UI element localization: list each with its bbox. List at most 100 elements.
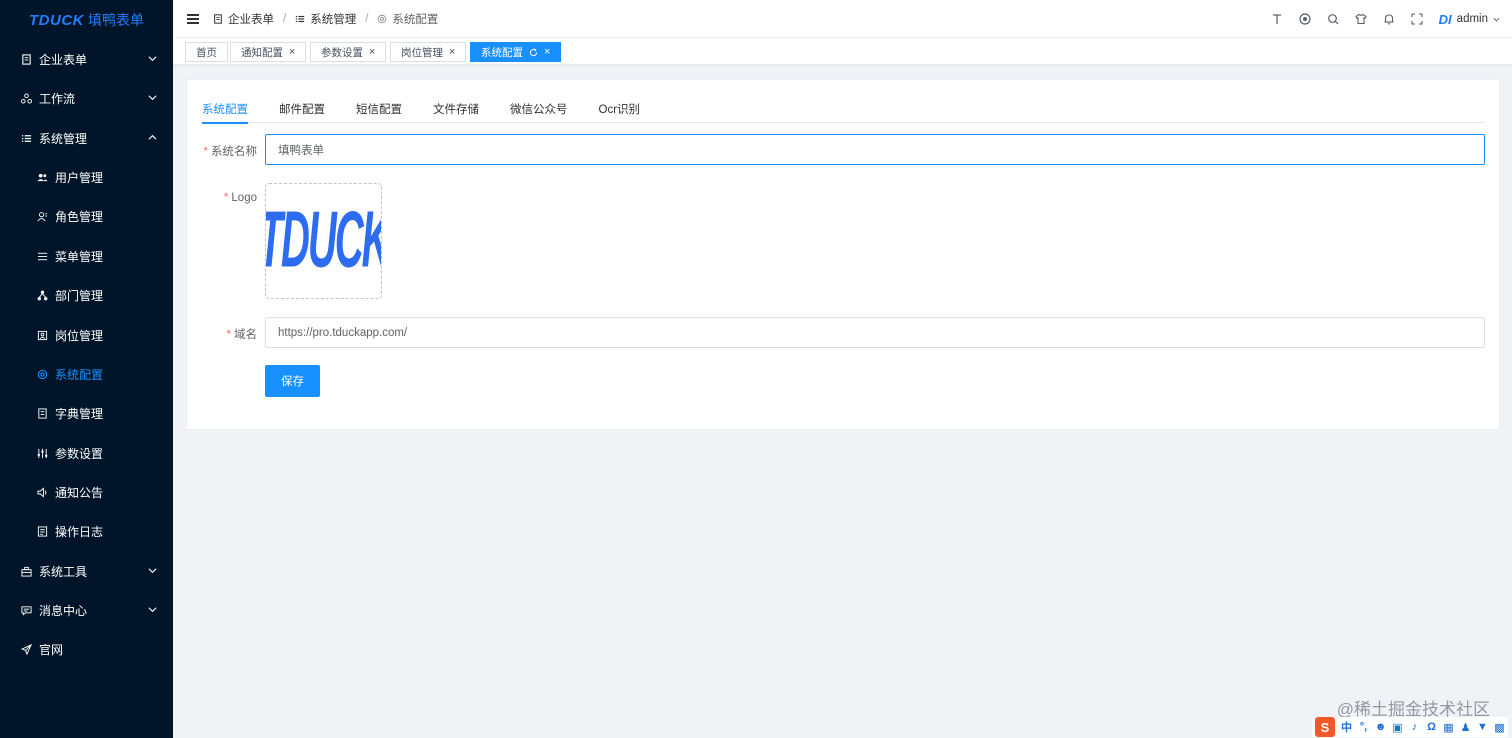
punctuation-icon[interactable]: °, — [1358, 721, 1369, 733]
symbol-icon[interactable]: Ω — [1426, 721, 1437, 733]
config-tabs: 系统配置 邮件配置 短信配置 文件存储 微信公众号 Ocr识别 — [202, 95, 1485, 124]
tab-file-storage[interactable]: 文件存储 — [433, 95, 479, 123]
required-mark: * — [203, 146, 208, 158]
list-icon — [20, 133, 32, 145]
breadcrumb-item[interactable]: 系统管理 — [295, 11, 356, 27]
breadcrumb-label: 系统管理 — [310, 13, 357, 26]
tags-view: 首页 通知配置 × 参数设置 × 岗位管理 × 系统配置 × — [173, 38, 1512, 65]
tab-mail-config[interactable]: 邮件配置 — [279, 95, 325, 123]
close-icon[interactable]: × — [369, 46, 375, 58]
sidebar-item-label: 岗位管理 — [55, 329, 104, 343]
sidebar-item-label: 菜单管理 — [55, 250, 104, 264]
dict-icon — [36, 408, 48, 420]
save-button[interactable]: 保存 — [265, 365, 320, 397]
keyboard-icon[interactable]: ▣ — [1392, 722, 1403, 734]
sidebar-item-label: 用户管理 — [55, 171, 104, 185]
chevron-down-icon — [148, 568, 157, 574]
brand-logo-text: TDUCK — [29, 11, 84, 29]
hamburger-icon[interactable] — [187, 13, 199, 24]
workflow-icon — [20, 93, 32, 105]
fullscreen-icon[interactable] — [1411, 13, 1423, 25]
bell-icon[interactable] — [1383, 13, 1395, 25]
sidebar-item-users[interactable]: 用户管理 — [0, 158, 173, 197]
sidebar-item-system-config[interactable]: 系统配置 — [0, 355, 173, 394]
grid-icon[interactable]: ▦ — [1443, 722, 1454, 734]
search-icon[interactable] — [1327, 13, 1339, 25]
sidebar-item-posts[interactable]: 岗位管理 — [0, 316, 173, 355]
sidebar-item-label: 工作流 — [39, 92, 76, 106]
breadcrumb-item-current: 系统配置 — [377, 11, 438, 27]
tag-notification-config[interactable]: 通知配置 × — [230, 42, 307, 62]
sliders-icon — [36, 448, 48, 460]
font-size-icon[interactable] — [1271, 13, 1283, 25]
tag-label: 参数设置 — [321, 46, 363, 59]
tag-home[interactable]: 首页 — [185, 42, 228, 62]
sidebar-item-message-center[interactable]: 消息中心 — [0, 591, 173, 630]
users-icon — [36, 172, 48, 184]
sidebar-item-official-site[interactable]: 官网 — [0, 630, 173, 669]
config-card: 系统配置 邮件配置 短信配置 文件存储 微信公众号 Ocr识别 * 系统名称 填鸭… — [186, 79, 1500, 430]
emoji-icon[interactable]: ☻ — [1375, 721, 1387, 733]
sidebar-item-operation-log[interactable]: 操作日志 — [0, 512, 173, 551]
user-dropdown[interactable]: DI admin — [1439, 12, 1500, 27]
send-icon — [20, 644, 32, 656]
sidebar-item-notices[interactable]: 通知公告 — [0, 473, 173, 512]
tag-label: 首页 — [196, 46, 217, 59]
sidebar-item-label: 通知公告 — [55, 486, 104, 500]
breadcrumb-separator: / — [283, 12, 287, 25]
close-icon[interactable]: × — [289, 46, 295, 58]
sidebar-item-system-tools[interactable]: 系统工具 — [0, 552, 173, 591]
tag-system-config[interactable]: 系统配置 × — [470, 42, 562, 62]
sidebar-item-menus[interactable]: 菜单管理 — [0, 237, 173, 276]
tab-ocr[interactable]: Ocr识别 — [599, 95, 641, 123]
close-icon[interactable]: × — [449, 46, 455, 58]
speaker-icon — [36, 487, 48, 499]
close-icon[interactable]: × — [544, 46, 550, 58]
list-icon — [296, 15, 305, 22]
sidebar-item-label: 部门管理 — [55, 289, 104, 303]
sidebar-item-label: 字典管理 — [55, 407, 104, 421]
breadcrumb-item[interactable]: 企业表单 — [213, 11, 274, 27]
ime-logo[interactable]: S — [1315, 717, 1335, 737]
sidebar-item-label: 消息中心 — [39, 604, 88, 618]
user-icon[interactable]: ♟ — [1460, 722, 1471, 734]
tab-system-config[interactable]: 系统配置 — [202, 95, 248, 124]
microphone-icon[interactable]: ♪ — [1409, 721, 1420, 733]
tab-wechat[interactable]: 微信公众号 — [510, 95, 568, 123]
ime-toolbar: S 中 °, ☻ ▣ ♪ Ω ▦ ♟ ▼ ▩ — [1312, 717, 1508, 737]
tag-parameters[interactable]: 参数设置 × — [310, 42, 387, 62]
top-navbar: 企业表单 / 系统管理 / 系统配置 DI admin — [173, 0, 1512, 38]
system-name-input[interactable]: 填鸭表单 — [265, 134, 1485, 165]
gear-icon — [36, 369, 48, 381]
sidebar-item-label: 角色管理 — [55, 210, 104, 224]
breadcrumb-separator: / — [365, 12, 369, 25]
domain-input[interactable]: https://pro.tduckapp.com/ — [265, 317, 1485, 348]
required-mark: * — [223, 192, 229, 204]
system-name-label: * 系统名称 — [203, 146, 257, 158]
username: admin — [1456, 13, 1488, 25]
github-icon[interactable] — [1299, 13, 1311, 25]
logo-uploader[interactable]: TDUCK — [265, 183, 382, 299]
domain-label: * 域名 — [226, 329, 257, 341]
sidebar-item-system-management[interactable]: 系统管理 — [0, 119, 173, 158]
sidebar-item-label: 系统配置 — [55, 368, 104, 382]
brand-logo[interactable]: TDUCK 填鸭表单 — [0, 0, 173, 40]
skin-icon[interactable]: ▼ — [1477, 721, 1488, 733]
theme-icon[interactable] — [1354, 13, 1367, 25]
refresh-icon[interactable] — [529, 48, 538, 57]
apps-icon[interactable]: ▩ — [1494, 722, 1505, 734]
sidebar-item-parameters[interactable]: 参数设置 — [0, 434, 173, 473]
sidebar-item-roles[interactable]: 角色管理 — [0, 197, 173, 236]
required-mark: * — [226, 329, 231, 341]
chevron-down-icon — [148, 95, 157, 101]
chevron-up-icon — [148, 134, 157, 140]
document-icon — [214, 13, 222, 24]
ime-language[interactable]: 中 — [1341, 722, 1352, 734]
sidebar-item-dictionary[interactable]: 字典管理 — [0, 394, 173, 433]
sidebar-item-workflow[interactable]: 工作流 — [0, 79, 173, 118]
tab-sms-config[interactable]: 短信配置 — [356, 95, 402, 123]
tag-posts[interactable]: 岗位管理 × — [390, 42, 467, 62]
sidebar-item-enterprise-form[interactable]: 企业表单 — [0, 40, 173, 79]
role-icon — [36, 211, 48, 223]
sidebar-item-departments[interactable]: 部门管理 — [0, 276, 173, 315]
